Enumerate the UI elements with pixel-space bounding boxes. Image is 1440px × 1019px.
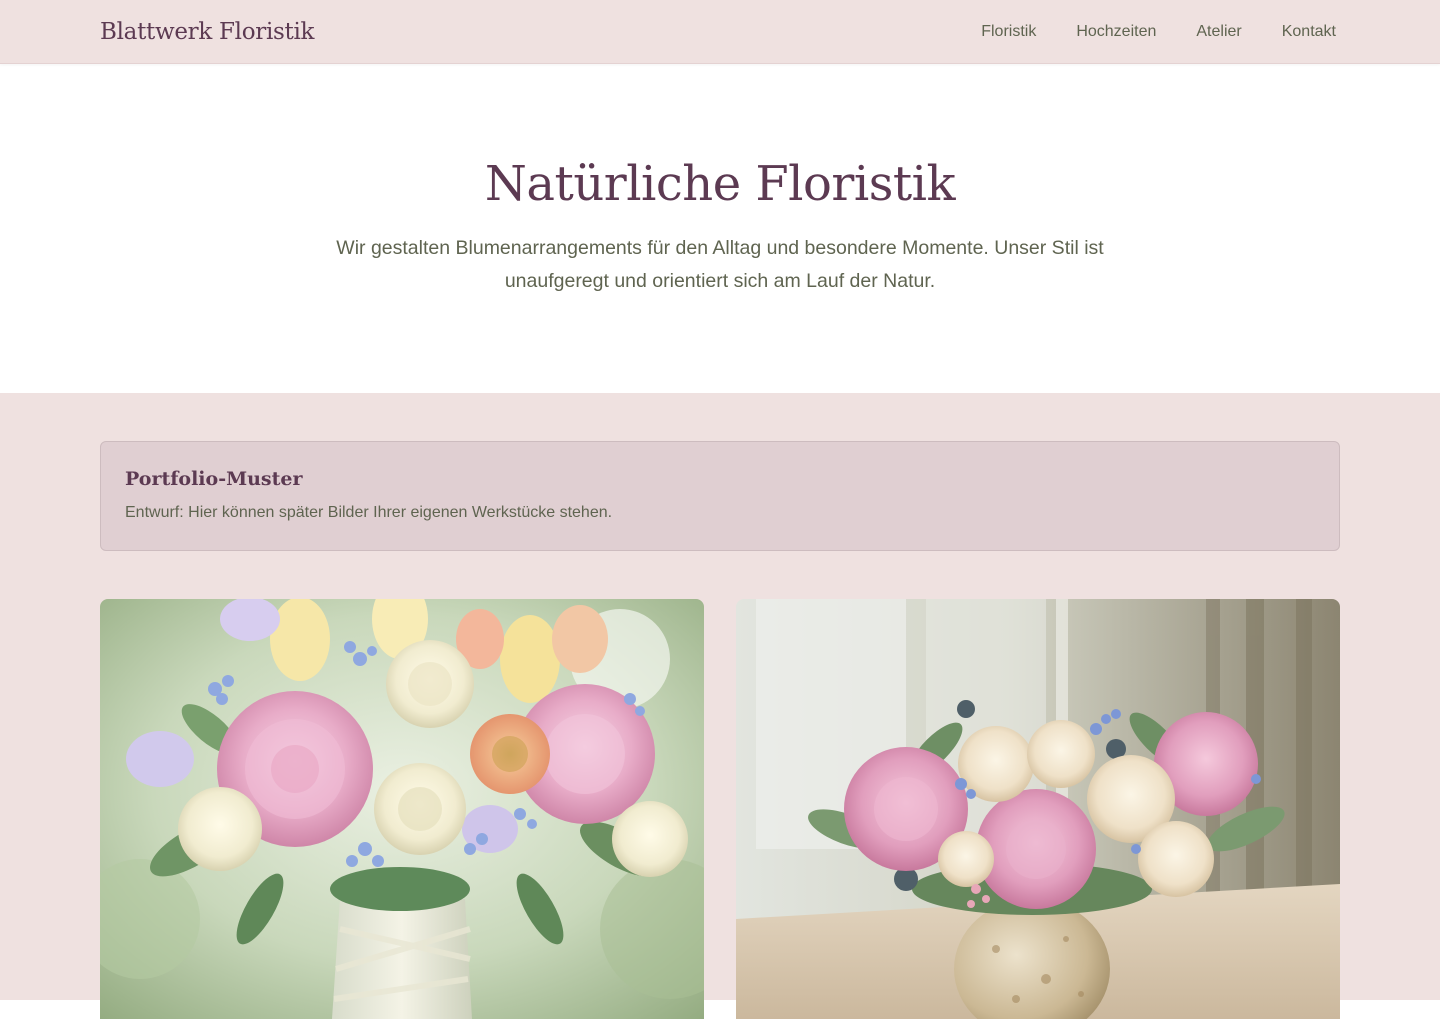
- nav-item-kontakt[interactable]: Kontakt: [1282, 23, 1336, 41]
- vase-arrangement-illustration: [736, 599, 1340, 1019]
- portfolio-notice: Portfolio-Muster Entwurf: Hier können sp…: [100, 441, 1340, 551]
- site-header: Blattwerk Floristik Floristik Hochzeiten…: [0, 0, 1440, 64]
- hero-title: Natürliche Floristik: [484, 156, 956, 212]
- nav-item-atelier[interactable]: Atelier: [1196, 23, 1241, 41]
- portfolio-section: Portfolio-Muster Entwurf: Hier können sp…: [0, 393, 1440, 1019]
- hero-text: Wir gestalten Blumenarrangements für den…: [336, 237, 1104, 292]
- brand-logo[interactable]: Blattwerk Floristik: [100, 19, 314, 45]
- portfolio-image-bouquet[interactable]: [100, 599, 704, 1019]
- nav-item-floristik[interactable]: Floristik: [981, 23, 1036, 41]
- main-nav: Floristik Hochzeiten Atelier Kontakt: [981, 23, 1336, 41]
- notice-text: Entwurf: Hier können später Bilder Ihrer…: [125, 504, 613, 521]
- bouquet-illustration: [100, 599, 704, 1019]
- notice-title: Portfolio-Muster: [125, 468, 303, 490]
- hero-section: Natürliche Floristik Wir gestalten Blume…: [0, 64, 1440, 393]
- portfolio-image-vase[interactable]: [736, 599, 1340, 1019]
- nav-item-hochzeiten[interactable]: Hochzeiten: [1076, 23, 1156, 41]
